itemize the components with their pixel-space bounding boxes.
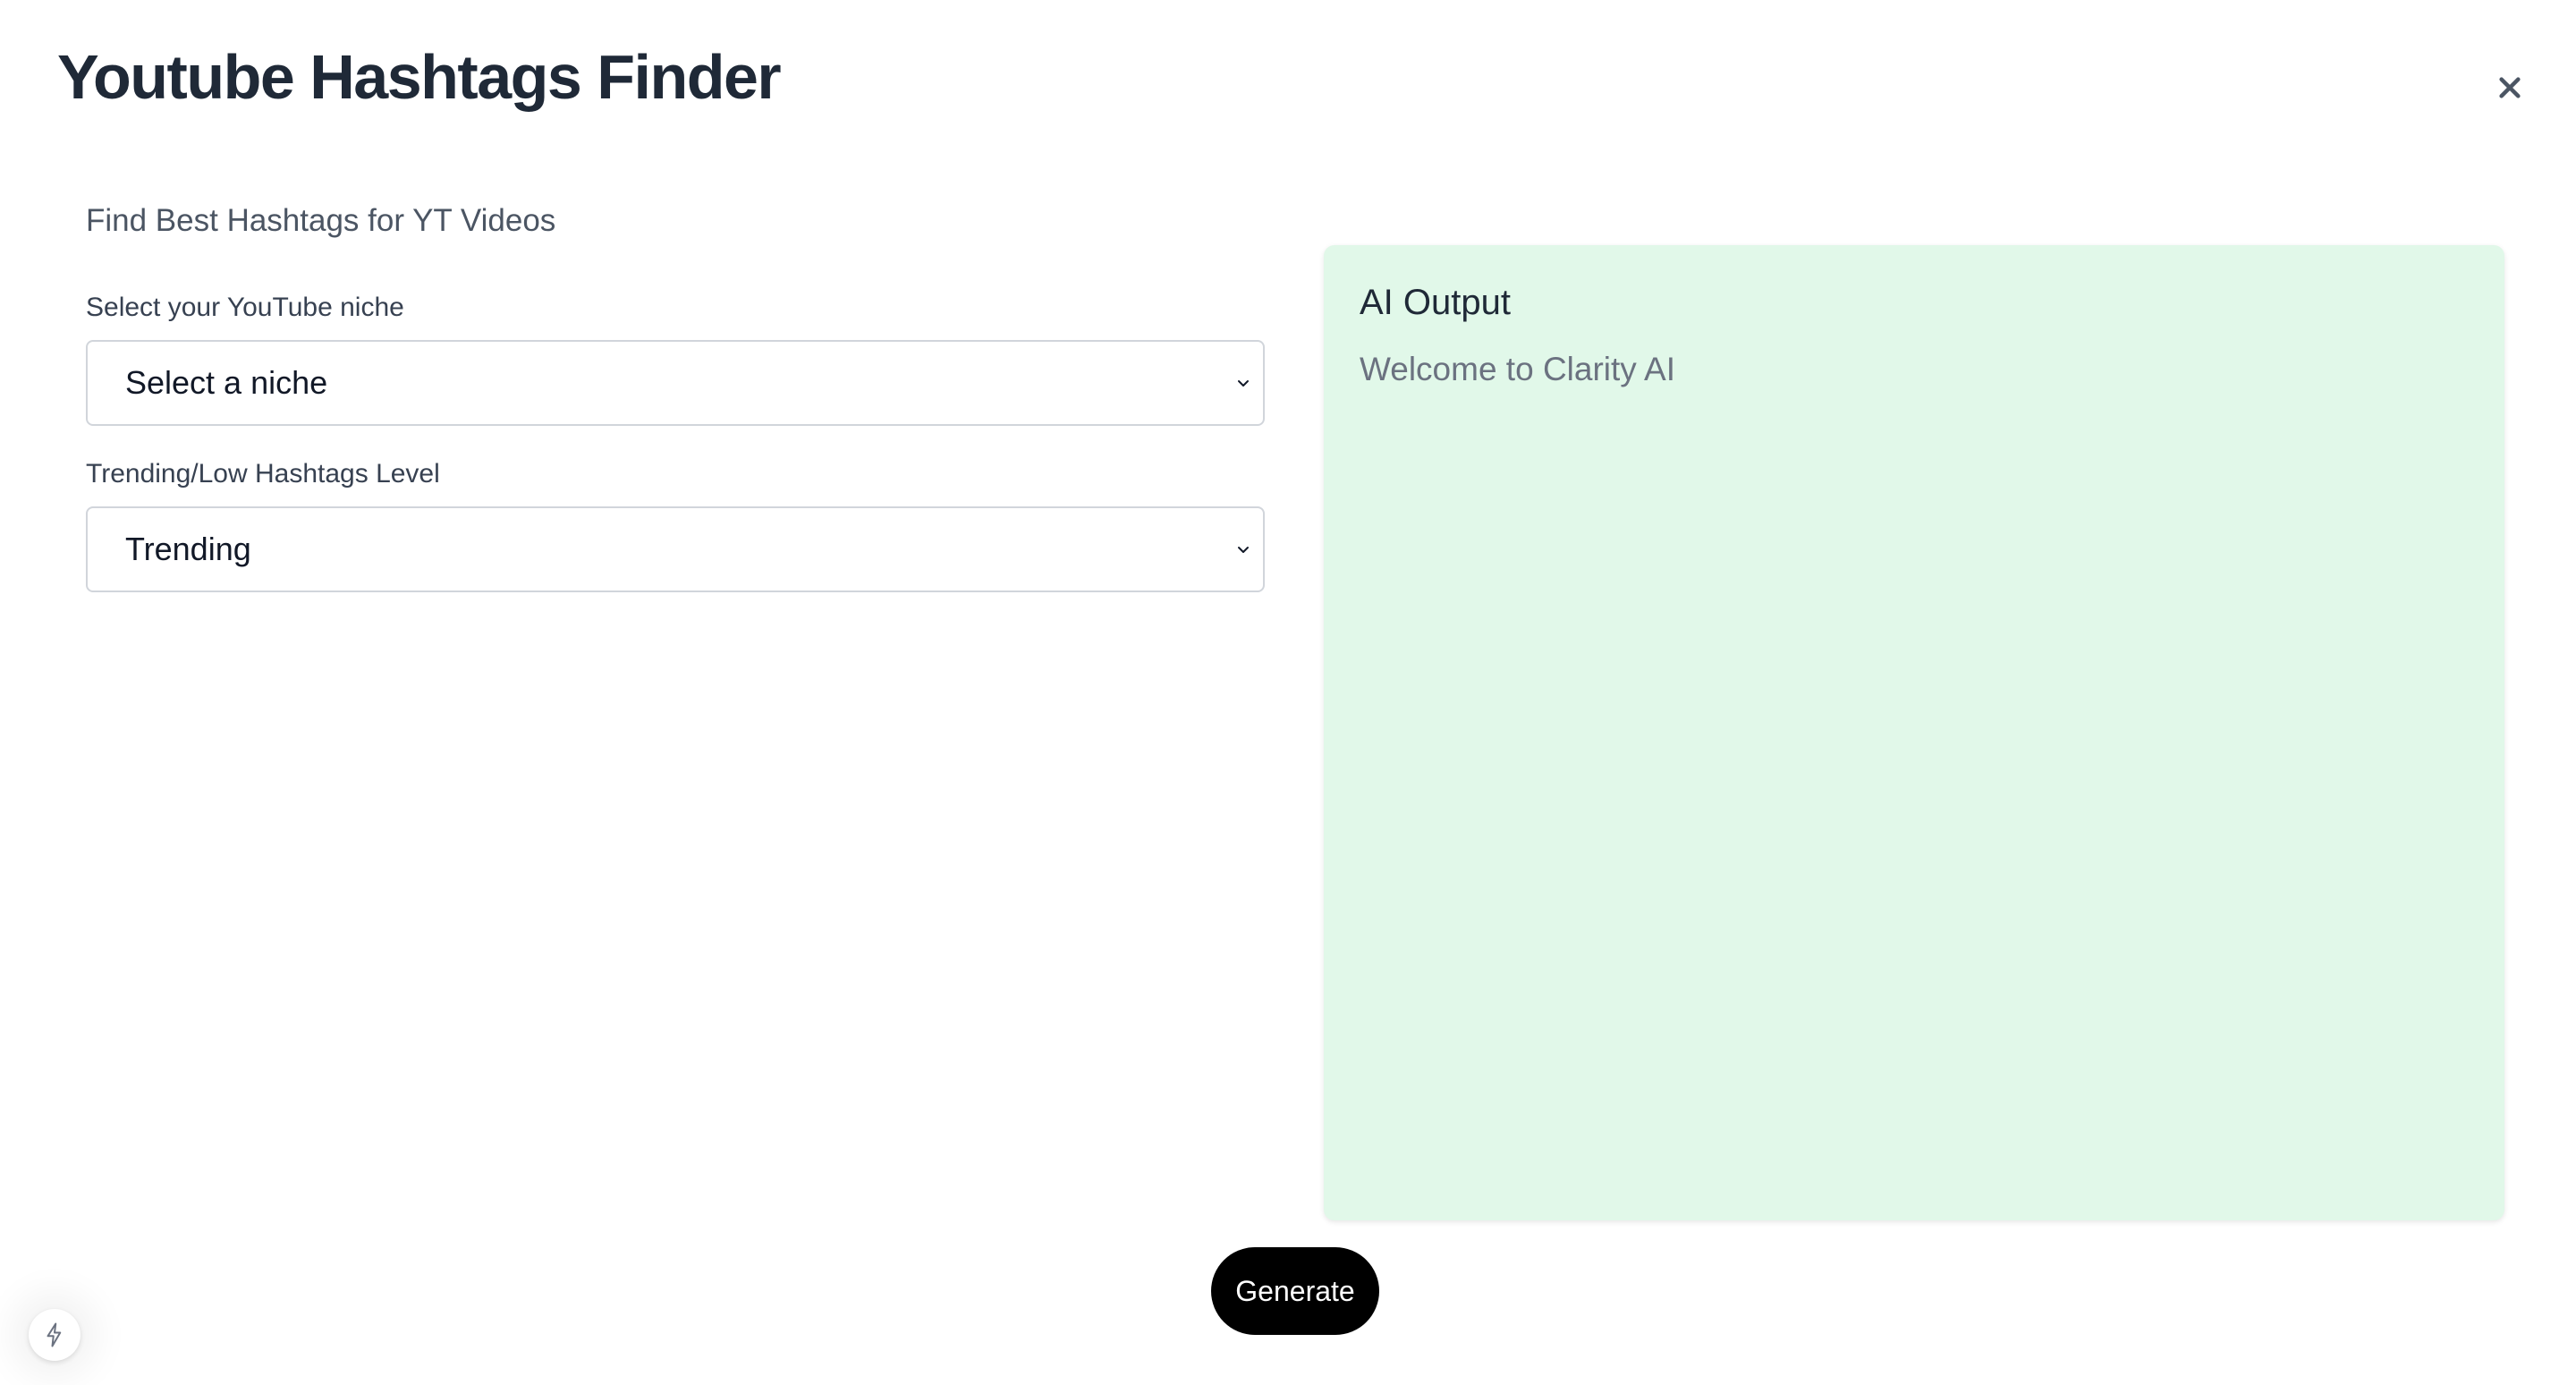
- close-button[interactable]: [2485, 63, 2535, 113]
- niche-select-value: Select a niche: [125, 364, 328, 401]
- generate-button[interactable]: Generate: [1211, 1247, 1379, 1335]
- form-subtitle: Find Best Hashtags for YT Videos: [86, 203, 556, 238]
- quick-action-button[interactable]: [29, 1309, 80, 1361]
- page-title: Youtube Hashtags Finder: [57, 42, 782, 112]
- level-label: Trending/Low Hashtags Level: [86, 459, 440, 489]
- niche-label: Select your YouTube niche: [86, 293, 404, 322]
- ai-output-text: Welcome to Clarity AI: [1360, 351, 1675, 387]
- chevron-down-icon: [1238, 547, 1249, 553]
- lightning-bolt-icon: [47, 1322, 62, 1347]
- niche-select[interactable]: Select a niche: [86, 340, 1265, 426]
- close-icon: [2499, 77, 2521, 98]
- level-select[interactable]: Trending: [86, 506, 1265, 592]
- chevron-down-icon: [1238, 380, 1249, 387]
- hashtag-finder-page: Youtube Hashtags Finder Find Best Hashta…: [0, 0, 2576, 1385]
- level-select-value: Trending: [125, 531, 251, 567]
- ai-output-panel: AI Output Welcome to Clarity AI: [1324, 245, 2504, 1220]
- ai-output-title: AI Output: [1360, 283, 1511, 322]
